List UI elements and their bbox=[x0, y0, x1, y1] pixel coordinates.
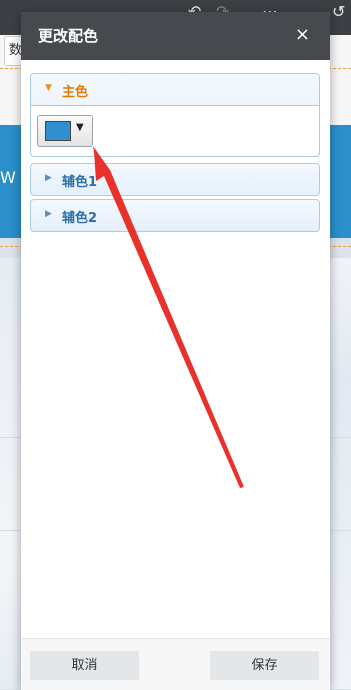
section-secondary2-header[interactable]: ▶ 辅色2 bbox=[31, 200, 319, 231]
section-secondary2-label: 辅色2 bbox=[62, 211, 98, 226]
section-primary-color: ▼ 主色 ▼ bbox=[30, 73, 320, 157]
close-icon[interactable]: × bbox=[295, 24, 310, 45]
dialog-footer: 取消 保存 bbox=[21, 638, 330, 690]
section-primary-label: 主色 bbox=[62, 85, 89, 100]
section-primary-body: ▼ bbox=[31, 105, 319, 156]
dialog-header: 更改配色 × bbox=[21, 12, 330, 60]
caret-right-icon: ▶ bbox=[45, 209, 52, 219]
save-button[interactable]: 保存 bbox=[210, 651, 319, 680]
dialog-title: 更改配色 bbox=[38, 27, 99, 45]
section-primary-header[interactable]: ▼ 主色 bbox=[31, 74, 319, 105]
section-secondary1-header[interactable]: ▶ 辅色1 bbox=[31, 164, 319, 195]
section-secondary1-color: ▶ 辅色1 bbox=[30, 163, 320, 196]
change-color-dialog: 更改配色 × ▼ 主色 ▼ ▶ 辅色1 ▶ 辅色2 取消 保存 bbox=[21, 12, 330, 690]
cancel-button[interactable]: 取消 bbox=[30, 651, 139, 680]
color-swatch bbox=[45, 121, 71, 141]
section-secondary1-label: 辅色1 bbox=[62, 175, 98, 190]
history-icon[interactable]: ↺ bbox=[332, 2, 345, 21]
caret-right-icon: ▶ bbox=[45, 173, 52, 183]
color-picker-button[interactable]: ▼ bbox=[37, 115, 93, 147]
caret-down-icon: ▼ bbox=[45, 83, 52, 93]
dropdown-arrow-icon: ▼ bbox=[76, 122, 84, 133]
section-secondary2-color: ▶ 辅色2 bbox=[30, 199, 320, 232]
banner-text: W bbox=[0, 168, 16, 187]
